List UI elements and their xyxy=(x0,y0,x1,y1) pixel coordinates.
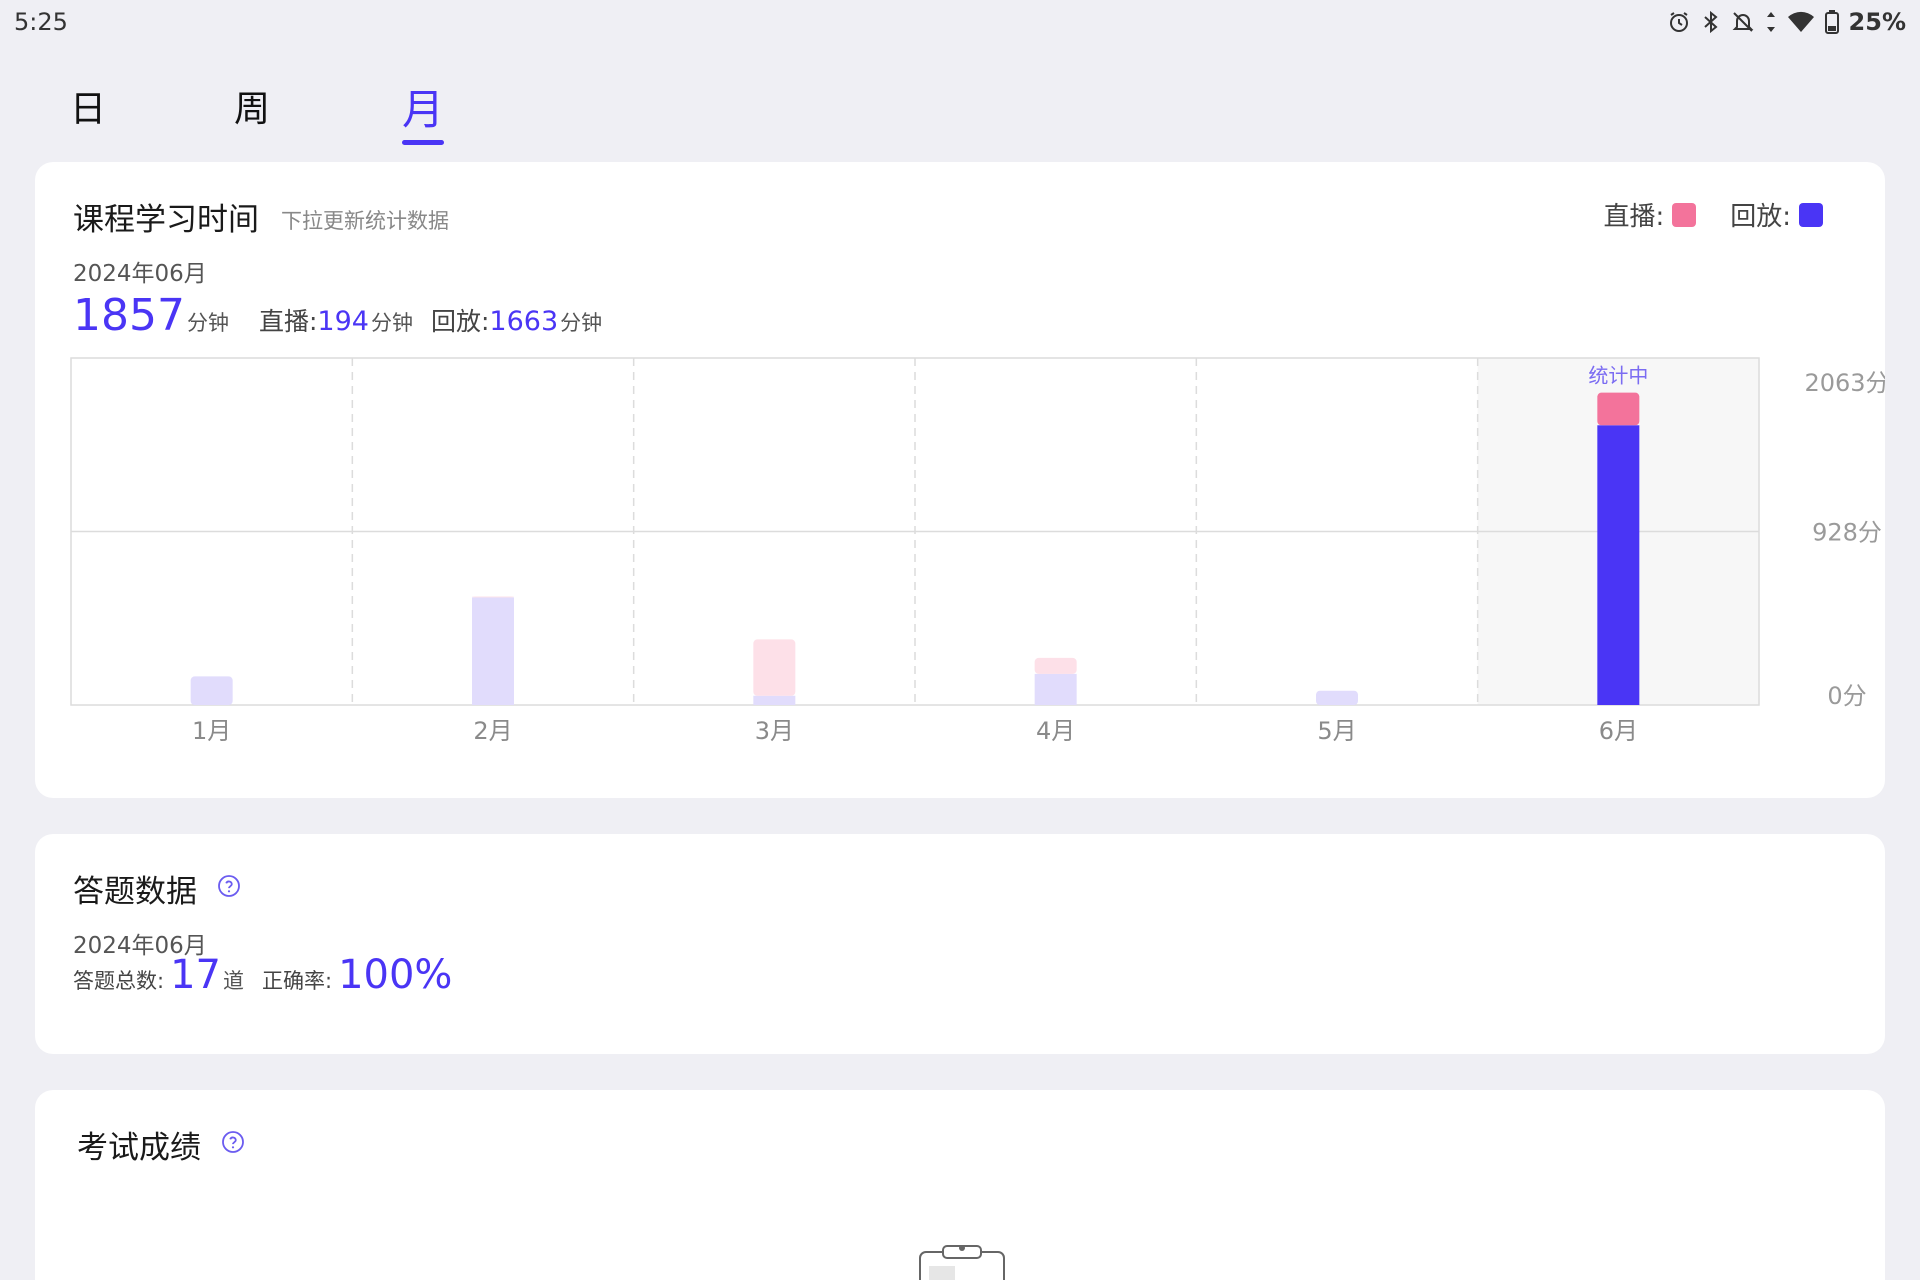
bar-replay[interactable] xyxy=(472,597,514,705)
clipboard-icon xyxy=(917,1242,1007,1280)
answer-total-unit: 道 xyxy=(222,969,244,993)
bar-replay[interactable] xyxy=(190,676,233,705)
y-tick-label: 928分 xyxy=(1812,519,1882,547)
wifi-icon xyxy=(1787,10,1815,34)
x-tick-label: 1月 xyxy=(192,717,231,745)
bar-replay[interactable] xyxy=(1597,425,1640,705)
battery-icon xyxy=(1824,10,1839,34)
x-tick-label: 4月 xyxy=(1036,717,1075,745)
status-time: 5:25 xyxy=(14,8,68,36)
y-tick-label: 0分 xyxy=(1827,682,1866,710)
accuracy-value: 100% xyxy=(338,952,453,998)
question-circle-icon[interactable] xyxy=(221,1130,245,1158)
x-tick-label: 5月 xyxy=(1317,717,1356,745)
answer-total-value: 17 xyxy=(170,952,221,998)
answer-total-label: 答题总数: xyxy=(73,969,165,993)
x-tick-label: 3月 xyxy=(755,717,794,745)
y-tick-label: 2063分 xyxy=(1804,369,1885,397)
answers-stats: 答题总数: 17 道 正确率: 100% xyxy=(73,952,452,998)
status-icons: 25% xyxy=(1667,8,1906,36)
counting-status-label: 统计中 xyxy=(1588,364,1648,388)
tab-week[interactable]: 周 xyxy=(234,80,270,132)
x-tick-label: 6月 xyxy=(1599,717,1638,745)
alarm-icon xyxy=(1667,10,1691,34)
bluetooth-icon xyxy=(1701,10,1721,34)
bar-live[interactable] xyxy=(472,596,514,598)
answers-title: 答题数据 xyxy=(73,874,197,910)
bar-live[interactable] xyxy=(1597,392,1640,426)
exam-title: 考试成绩 xyxy=(77,1130,201,1166)
status-bar: 5:25 25% xyxy=(0,0,1920,44)
period-tabs: 日 周 月 xyxy=(0,70,600,150)
data-arrows-icon xyxy=(1765,10,1777,34)
bar-live[interactable] xyxy=(1034,657,1077,674)
answers-card: 答题数据 2024年06月 答题总数: 17 道 正确率: 100% xyxy=(35,834,1885,1054)
bar-replay[interactable] xyxy=(1034,673,1077,705)
notifications-off-icon xyxy=(1731,10,1755,34)
tab-month[interactable]: 月 xyxy=(402,76,444,137)
accuracy-label: 正确率: xyxy=(261,969,333,993)
question-circle-icon[interactable] xyxy=(217,874,241,902)
active-tab-indicator xyxy=(402,140,444,145)
monthly-study-chart: 2063分 928分 0分 1月 2月 3月 4月 5月 6月 统计中 xyxy=(70,357,1885,745)
bar-replay[interactable] xyxy=(1316,690,1358,705)
bar-replay[interactable] xyxy=(753,695,796,705)
bar-live[interactable] xyxy=(753,639,796,696)
exam-card: 考试成绩 xyxy=(35,1090,1885,1280)
tab-day[interactable]: 日 xyxy=(70,80,106,132)
study-time-card: 课程学习时间 下拉更新统计数据 直播: 回放: 2024年06月 1857 分钟… xyxy=(35,162,1885,798)
x-tick-label: 2月 xyxy=(473,717,512,745)
battery-level: 25% xyxy=(1848,8,1906,36)
